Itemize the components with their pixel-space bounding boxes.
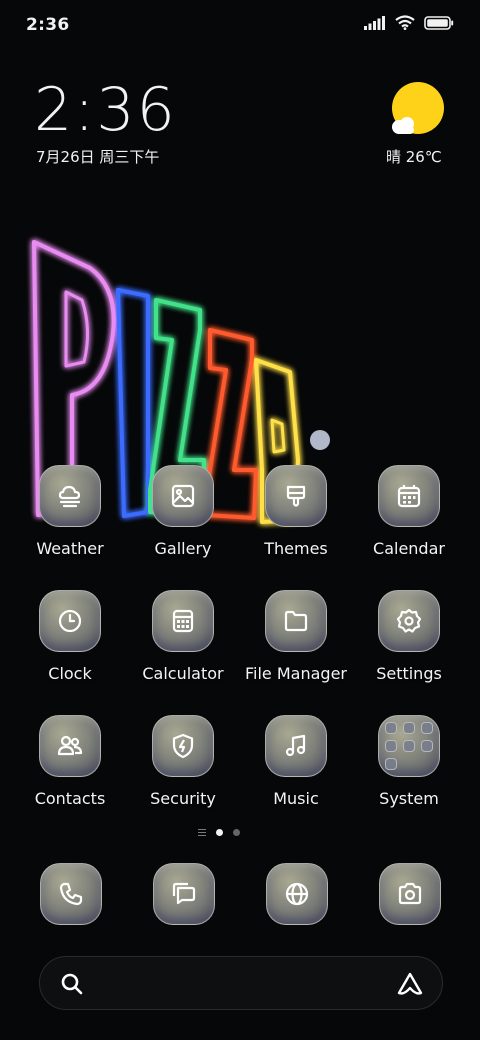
app-settings[interactable]: Settings	[354, 590, 464, 700]
app-gallery[interactable]: Gallery	[128, 465, 238, 575]
status-time: 2:36	[26, 15, 70, 35]
date-label: 7月26日 周三下午	[36, 148, 160, 166]
gear-icon	[378, 590, 440, 652]
search-icon[interactable]	[60, 972, 84, 996]
contacts-icon	[39, 715, 101, 777]
themes-icon	[265, 465, 327, 527]
assistant-icon[interactable]	[396, 971, 424, 997]
messages-icon	[153, 863, 215, 925]
app-label: Calculator	[142, 664, 224, 683]
app-label: Weather	[36, 539, 104, 558]
app-calendar[interactable]: Calendar	[354, 465, 464, 575]
dock-messages[interactable]	[153, 863, 215, 925]
page-dot	[233, 829, 240, 836]
battery-icon	[424, 15, 454, 30]
page-dot-active	[216, 829, 223, 836]
big-clock-time: 2:36	[34, 75, 177, 145]
wifi-icon	[395, 15, 415, 30]
dock-phone[interactable]	[40, 863, 102, 925]
app-label: Security	[150, 789, 216, 808]
status-icons	[364, 15, 454, 30]
weather-icon	[39, 465, 101, 527]
clock-icon	[39, 590, 101, 652]
app-security[interactable]: Security	[128, 715, 238, 825]
shield-icon	[152, 715, 214, 777]
app-label: System	[379, 789, 439, 808]
page-indicator[interactable]	[198, 829, 240, 836]
dock-camera[interactable]	[379, 863, 441, 925]
wallpaper-orb	[310, 430, 330, 450]
app-label: Settings	[376, 664, 442, 683]
calculator-icon	[152, 590, 214, 652]
search-bar[interactable]	[39, 956, 443, 1010]
app-label: Contacts	[34, 789, 106, 808]
app-label: Calendar	[373, 539, 445, 558]
gallery-icon	[152, 465, 214, 527]
dock-browser[interactable]	[266, 863, 328, 925]
app-music[interactable]: Music	[241, 715, 351, 825]
signal-icon	[364, 15, 385, 30]
app-label: Themes	[264, 539, 328, 558]
app-clock[interactable]: Clock	[15, 590, 125, 700]
weather-widget[interactable]: 晴 26℃	[376, 80, 456, 170]
phone-icon	[40, 863, 102, 925]
app-weather[interactable]: Weather	[15, 465, 125, 575]
status-bar: 2:36	[0, 0, 480, 50]
app-label: File Manager	[245, 664, 347, 683]
page-list-icon	[198, 829, 206, 836]
camera-icon	[379, 863, 441, 925]
clock-widget[interactable]: 2:36 7月26日 周三下午	[34, 78, 274, 168]
weather-text: 晴 26℃	[386, 148, 442, 166]
browser-icon	[266, 863, 328, 925]
cloud-icon	[392, 117, 414, 134]
app-label: Music	[273, 789, 319, 808]
app-contacts[interactable]: Contacts	[15, 715, 125, 825]
app-file-manager[interactable]: File Manager	[241, 590, 351, 700]
app-system-folder[interactable]: System	[354, 715, 464, 825]
app-themes[interactable]: Themes	[241, 465, 351, 575]
folder-icon	[265, 590, 327, 652]
calendar-icon	[378, 465, 440, 527]
app-calculator[interactable]: Calculator	[128, 590, 238, 700]
app-label: Gallery	[154, 539, 212, 558]
music-icon	[265, 715, 327, 777]
app-label: Clock	[48, 664, 92, 683]
folder-grid-icon	[378, 715, 440, 777]
